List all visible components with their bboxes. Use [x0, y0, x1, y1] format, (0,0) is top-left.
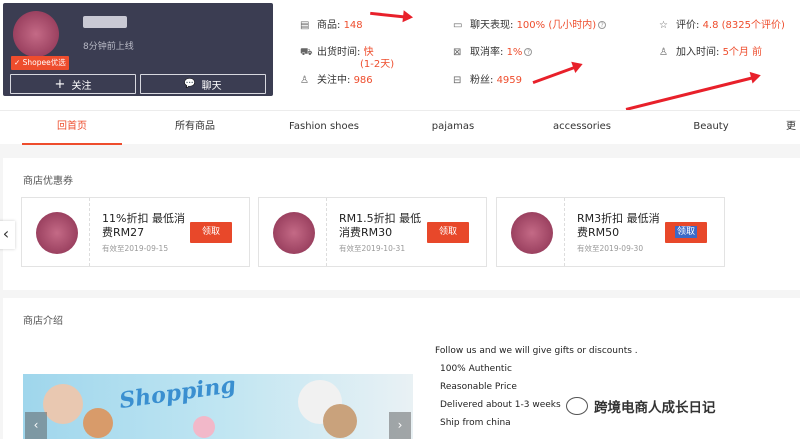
banner-prev-button[interactable]: ‹ [25, 412, 47, 439]
shop-tabs: 回首页 所有商品 Fashion shoes pajamas accessori… [0, 110, 800, 145]
plus-icon: + [54, 76, 66, 92]
chat-button[interactable]: 💬 聊天 [140, 74, 266, 94]
tab-more[interactable]: 更 [786, 111, 800, 145]
banner-decoration [83, 408, 113, 438]
stat-rating: ☆ 评价: 4.8 (8325个评价) [659, 20, 785, 31]
banner-word: Shopping [117, 374, 238, 415]
stat-followers: ⊟ 粉丝: 4959 [453, 75, 523, 86]
help-icon[interactable]: ? [524, 48, 533, 56]
banner-next-button[interactable]: › [389, 412, 411, 439]
shop-avatar[interactable] [13, 11, 59, 57]
joined-value: 5个月 前 [722, 47, 763, 58]
wechat-icon [566, 397, 588, 415]
truck-icon: ⛟ [300, 47, 313, 58]
shop-name-blurred [83, 16, 127, 28]
claim-button[interactable]: 领取 [665, 222, 707, 243]
voucher-card: 11%折扣 最低消费RM27 有效至2019-09-15 领取 [21, 197, 250, 267]
voucher-card: RM3折扣 最低消费RM50 有效至2019-09-30 领取 [496, 197, 725, 267]
voucher-text: 11%折扣 最低消费RM27 [102, 212, 185, 239]
vouchers-title: 商店优惠券 [23, 176, 73, 187]
intro-line: Ship from china [440, 418, 511, 428]
cancel-rate-value: 1% [506, 47, 523, 58]
tab-accessories[interactable]: accessories [532, 111, 632, 145]
voucher-text: RM3折扣 最低消费RM50 [577, 212, 660, 239]
stat-following: ♙ 关注中: 986 [300, 75, 373, 86]
voucher-card: RM1.5折扣 最低消费RM30 有效至2019-10-31 领取 [258, 197, 487, 267]
voucher-validity: 有效至2019-10-31 [339, 244, 406, 253]
claim-button[interactable]: 领取 [427, 222, 469, 243]
intro-title: 商店介绍 [23, 316, 63, 327]
claim-button[interactable]: 领取 [190, 222, 232, 243]
ship-time-range: (1-2天) [360, 59, 395, 70]
shop-icon: ▤ [300, 20, 310, 31]
cancel-icon: ⊠ [453, 47, 462, 58]
banner-decoration [193, 416, 215, 438]
intro-line: 100% Authentic [440, 364, 512, 374]
preferred-badge: ✓ Shopee优选 [11, 56, 69, 70]
stat-products: ▤ 商品: 148 [300, 20, 363, 31]
chat-bubble-icon: ▭ [453, 20, 463, 31]
followers-value: 4959 [496, 75, 523, 86]
shop-logo-image [511, 212, 553, 254]
following-value: 986 [353, 75, 373, 86]
stat-chat-performance: ▭ 聊天表现: 100% (几小时内)? [453, 16, 607, 31]
preferred-badge-label: Shopee优选 [22, 58, 66, 67]
intro-line: Reasonable Price [440, 382, 517, 392]
banner-decoration [43, 384, 83, 424]
voucher-validity: 有效至2019-09-15 [102, 244, 169, 253]
shop-logo-image [273, 212, 315, 254]
stat-cancel-rate: ⊠ 取消率: 1%? [453, 43, 533, 58]
rating-value: 4.8 (8325个评价) [702, 20, 785, 31]
intro-line: Follow us and we will give gifts or disc… [435, 346, 638, 356]
tab-all-products[interactable]: 所有商品 [145, 111, 245, 145]
follow-label: 关注 [71, 80, 92, 92]
tab-home[interactable]: 回首页 [22, 111, 122, 145]
help-icon[interactable]: ? [598, 21, 607, 29]
stat-joined: ♙ 加入时间: 5个月 前 [659, 47, 763, 58]
online-status: 8分钟前上线 [83, 42, 134, 52]
tab-fashion-shoes[interactable]: Fashion shoes [274, 111, 374, 145]
shop-card: 8分钟前上线 ✓ Shopee优选 + 关注 💬 聊天 [3, 3, 273, 96]
stat-ship-time-range: (1-2天) [360, 55, 394, 70]
annotation-arrow [532, 64, 581, 85]
user-plus-icon: ♙ [659, 47, 668, 58]
annotation-arrow [625, 75, 759, 111]
tab-beauty[interactable]: Beauty [661, 111, 761, 145]
shop-header: 8分钟前上线 ✓ Shopee优选 + 关注 💬 聊天 ▤ 商品: 148 ▭ 聊天… [0, 0, 800, 111]
voucher-text: RM1.5折扣 最低消费RM30 [339, 212, 422, 239]
voucher-validity: 有效至2019-09-30 [577, 244, 644, 253]
annotation-arrow [370, 11, 411, 19]
follow-button[interactable]: + 关注 [10, 74, 136, 94]
chat-label: 聊天 [201, 80, 222, 92]
star-icon: ☆ [659, 20, 668, 31]
tab-pajamas[interactable]: pajamas [403, 111, 503, 145]
followers-icon: ⊟ [453, 75, 462, 86]
chat-performance-value: 100% (几小时内) [516, 20, 597, 31]
user-icon: ♙ [300, 75, 309, 86]
intro-line: Delivered about 1-3 weeks [440, 400, 561, 410]
products-value: 148 [343, 20, 363, 31]
banner-decoration [323, 404, 357, 438]
watermark: 跨境电商人成长日记 [566, 396, 716, 416]
claim-button-label: 领取 [674, 226, 697, 238]
shop-banner-image: Shopping ‹ › [23, 374, 413, 439]
watermark-text: 跨境电商人成长日记 [594, 400, 716, 416]
shop-logo-image [36, 212, 78, 254]
chevron-left-icon[interactable]: ‹ [0, 221, 15, 249]
chat-icon: 💬 [184, 79, 196, 89]
